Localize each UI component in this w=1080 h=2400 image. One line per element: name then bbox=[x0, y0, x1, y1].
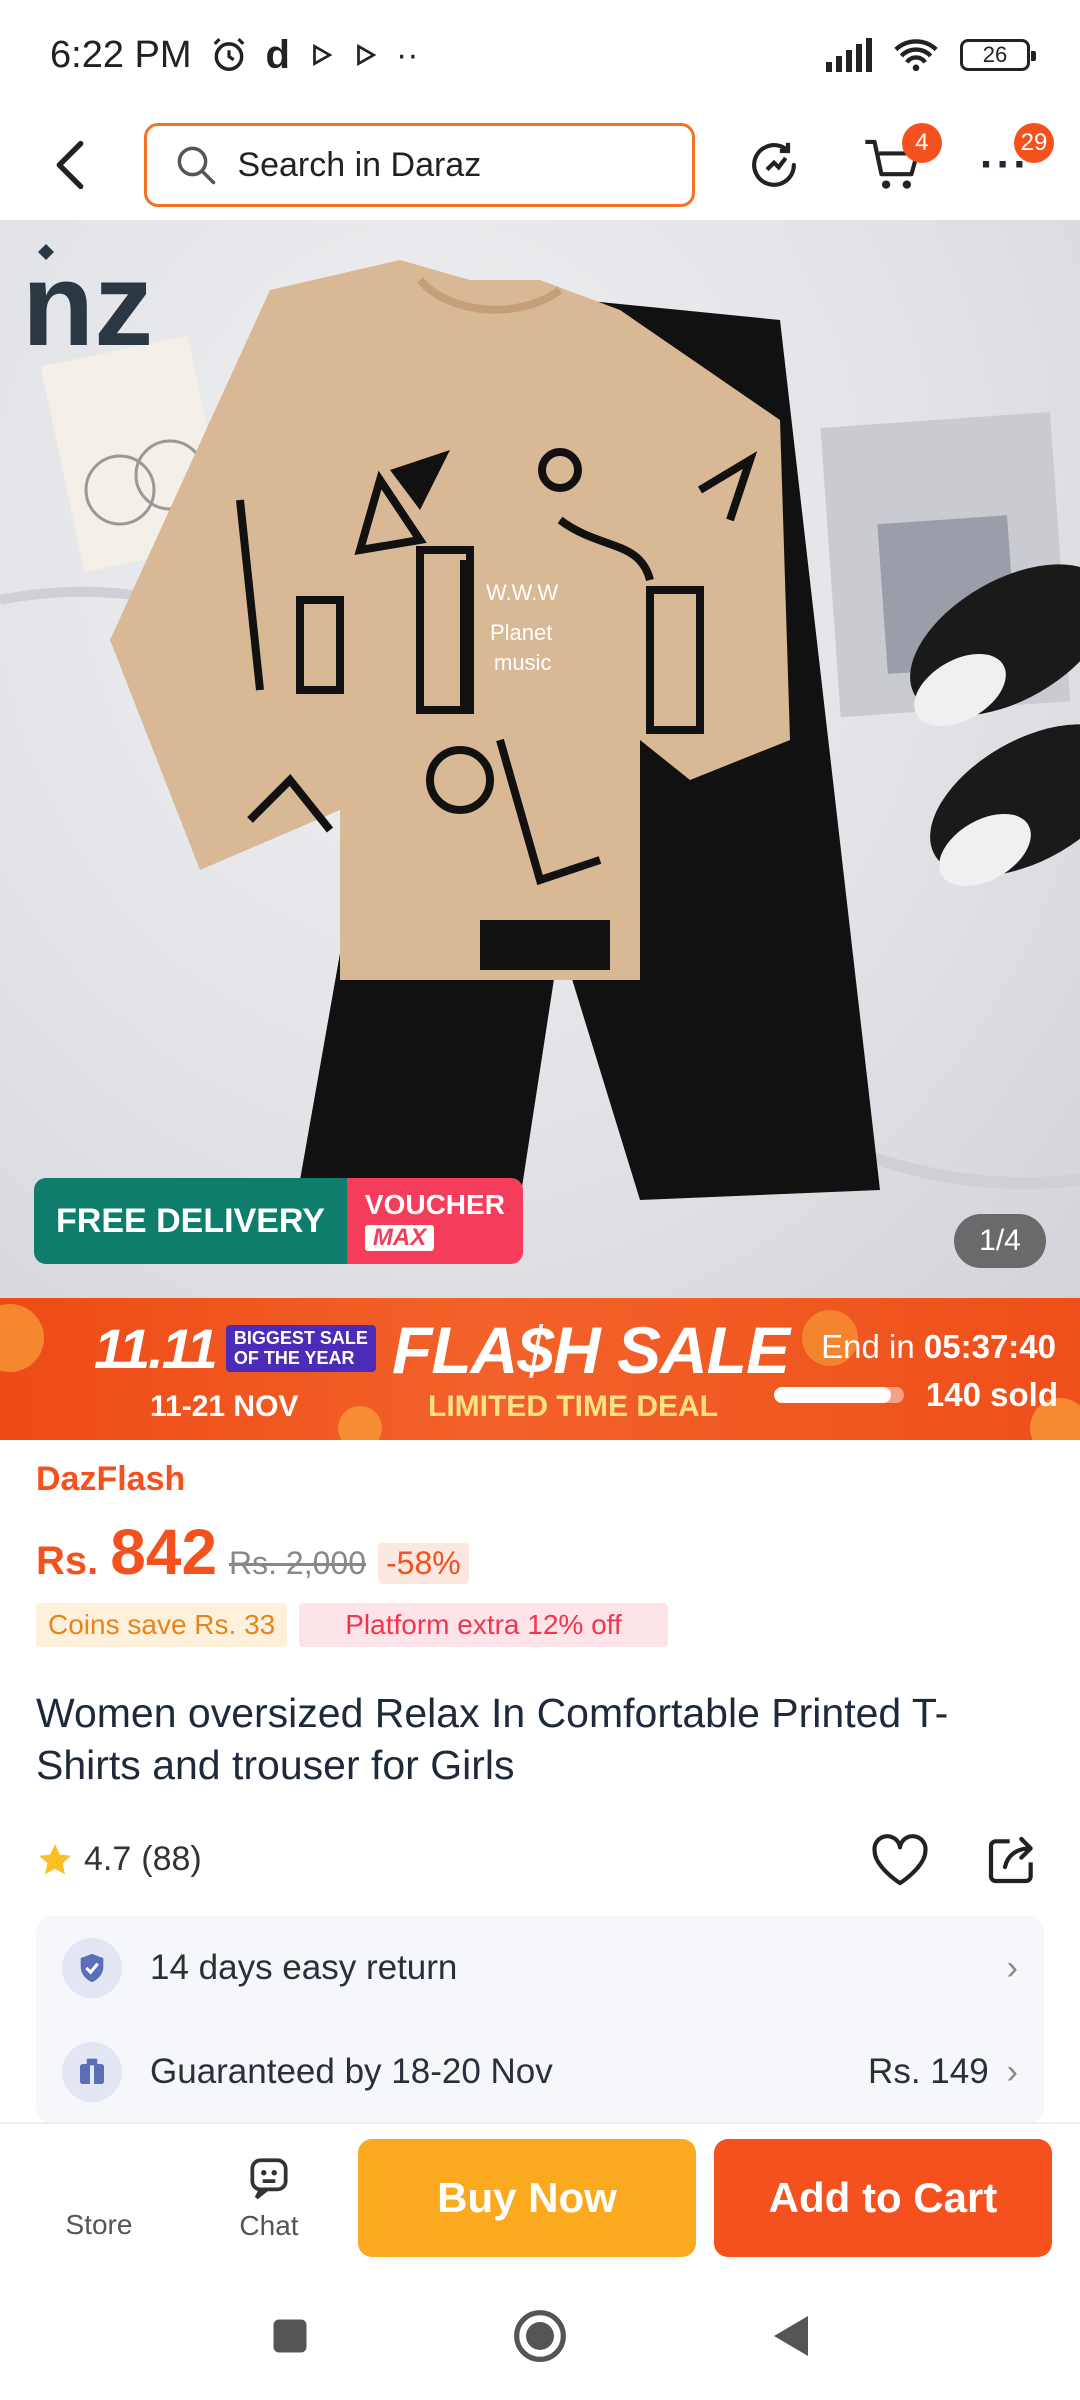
campaign-label: DazFlash bbox=[36, 1460, 186, 1498]
battery-indicator: 26 bbox=[960, 39, 1036, 71]
delivery-voucher-tag: FREE DELIVERY VOUCHER MAX bbox=[34, 1178, 523, 1264]
bottom-action-bar: Store Chat Buy Now Add to Cart bbox=[0, 2122, 1080, 2272]
original-price: Rs. 2,000 bbox=[229, 1545, 366, 1581]
flash-sale-countdown: End in 05:37:40 bbox=[821, 1328, 1056, 1365]
top-nav: Search in Daraz 4 ··· 29 bbox=[0, 110, 1080, 220]
buy-now-button[interactable]: Buy Now bbox=[358, 2139, 696, 2257]
price-value: 842 bbox=[110, 1516, 218, 1588]
back-button[interactable] bbox=[36, 130, 104, 200]
search-placeholder: Search in Daraz bbox=[237, 145, 482, 184]
d-icon: d bbox=[265, 32, 290, 77]
flash-sale-title: FLA$H SALE bbox=[392, 1313, 790, 1387]
promo-row: Coins save Rs. 33 Platform extra 12% off bbox=[36, 1603, 1046, 1647]
status-bar: 6:22 PM d ·· 26 bbox=[0, 0, 1080, 110]
chat-button[interactable]: Chat bbox=[184, 2138, 354, 2258]
play-icon bbox=[313, 43, 333, 67]
platform-extra-tag[interactable]: Platform extra 12% off bbox=[299, 1603, 668, 1647]
delivery-guarantee-label: Guaranteed by 18-20 Nov bbox=[150, 2052, 553, 2091]
wishlist-heart-icon[interactable] bbox=[870, 1832, 930, 1888]
image-counter: 1/4 bbox=[954, 1214, 1046, 1268]
chat-icon bbox=[250, 2158, 288, 2200]
svg-text:music: music bbox=[494, 650, 551, 675]
svg-text:Planet: Planet bbox=[490, 620, 552, 645]
price-currency: Rs. bbox=[36, 1539, 99, 1583]
rating-row: 4.7 (88) bbox=[36, 1830, 1046, 1890]
coins-save-tag[interactable]: Coins save Rs. 33 bbox=[36, 1603, 288, 1647]
more-dots-icon: ·· bbox=[395, 35, 419, 74]
flash-sale-banner[interactable]: 11.11 BIGGEST SALE OF THE YEAR 11-21 NOV … bbox=[0, 1298, 1080, 1440]
add-to-cart-button[interactable]: Add to Cart bbox=[714, 2139, 1052, 2257]
return-policy-row[interactable]: 14 days easy return › bbox=[36, 1916, 1044, 2020]
more-badge: 29 bbox=[1013, 123, 1054, 163]
sold-progress: 140 sold bbox=[773, 1376, 1058, 1414]
status-time: 6:22 PM bbox=[50, 33, 192, 76]
wifi-icon bbox=[894, 39, 938, 72]
free-delivery-label: FREE DELIVERY bbox=[34, 1178, 347, 1264]
recent-apps-icon[interactable] bbox=[268, 2314, 312, 2358]
delivery-fee: Rs. 149 bbox=[868, 2052, 989, 2091]
sold-count: 140 sold bbox=[925, 1376, 1058, 1413]
sold-progress-bar bbox=[773, 1387, 904, 1403]
home-icon[interactable] bbox=[512, 2308, 568, 2364]
history-button[interactable] bbox=[735, 125, 813, 205]
return-policy-label: 14 days easy return bbox=[150, 1948, 458, 1987]
back-icon[interactable] bbox=[768, 2312, 812, 2360]
alarm-icon bbox=[213, 38, 244, 71]
search-icon bbox=[178, 146, 216, 185]
star-icon bbox=[39, 1844, 71, 1875]
chevron-right-icon: › bbox=[1006, 1948, 1018, 1987]
history-icon bbox=[752, 142, 797, 187]
delivery-box-icon bbox=[62, 2042, 122, 2102]
discount-badge: -58% bbox=[378, 1543, 469, 1584]
price-row: Rs. 842 Rs. 2,000 -58% bbox=[36, 1515, 1046, 1589]
event-name: 11.11 bbox=[94, 1317, 218, 1380]
play-icon bbox=[357, 43, 377, 67]
shield-check-icon bbox=[62, 1938, 122, 1998]
event-dates: 11-21 NOV bbox=[150, 1390, 299, 1423]
rating-value[interactable]: 4.7 bbox=[84, 1840, 131, 1879]
product-photo: W.W.W Planet music nz bbox=[0, 239, 1080, 1200]
brand-logo: nz bbox=[22, 239, 153, 371]
chevron-right-icon: › bbox=[1006, 2052, 1018, 2091]
share-icon[interactable] bbox=[984, 1832, 1040, 1888]
chat-label: Chat bbox=[239, 2210, 299, 2241]
flash-sale-subtitle: LIMITED TIME DEAL bbox=[428, 1390, 718, 1423]
product-title: Women oversized Relax In Comfortable Pri… bbox=[36, 1690, 949, 1789]
cart-button[interactable]: 4 bbox=[854, 123, 942, 205]
sold-progress-fill bbox=[773, 1387, 891, 1403]
search-input[interactable]: Search in Daraz bbox=[144, 123, 696, 207]
signal-icon bbox=[826, 38, 872, 72]
voucher-max-label: VOUCHER MAX bbox=[346, 1178, 523, 1264]
store-button[interactable]: Store bbox=[14, 2138, 184, 2258]
event-badge: 11.11 BIGGEST SALE OF THE YEAR bbox=[94, 1316, 376, 1381]
cart-badge: 4 bbox=[901, 123, 942, 163]
service-panel: 14 days easy return › Guaranteed by 18-2… bbox=[36, 1916, 1044, 2124]
svg-text:W.W.W: W.W.W bbox=[486, 580, 558, 605]
store-label: Store bbox=[65, 2209, 133, 2240]
product-info: DazFlash Rs. 842 Rs. 2,000 -58% Coins sa… bbox=[36, 1460, 1046, 1890]
delivery-row[interactable]: Guaranteed by 18-20 Nov Rs. 149 › bbox=[36, 2020, 1044, 2124]
event-tagline: BIGGEST SALE OF THE YEAR bbox=[225, 1324, 376, 1373]
system-navigation-bar bbox=[0, 2272, 1080, 2400]
more-button[interactable]: ··· 29 bbox=[966, 123, 1054, 205]
back-arrow-icon bbox=[56, 140, 84, 190]
product-image-gallery[interactable]: W.W.W Planet music nz FREE DELIVERY VOUC… bbox=[0, 220, 1080, 1298]
rating-count[interactable]: (88) bbox=[141, 1840, 201, 1879]
